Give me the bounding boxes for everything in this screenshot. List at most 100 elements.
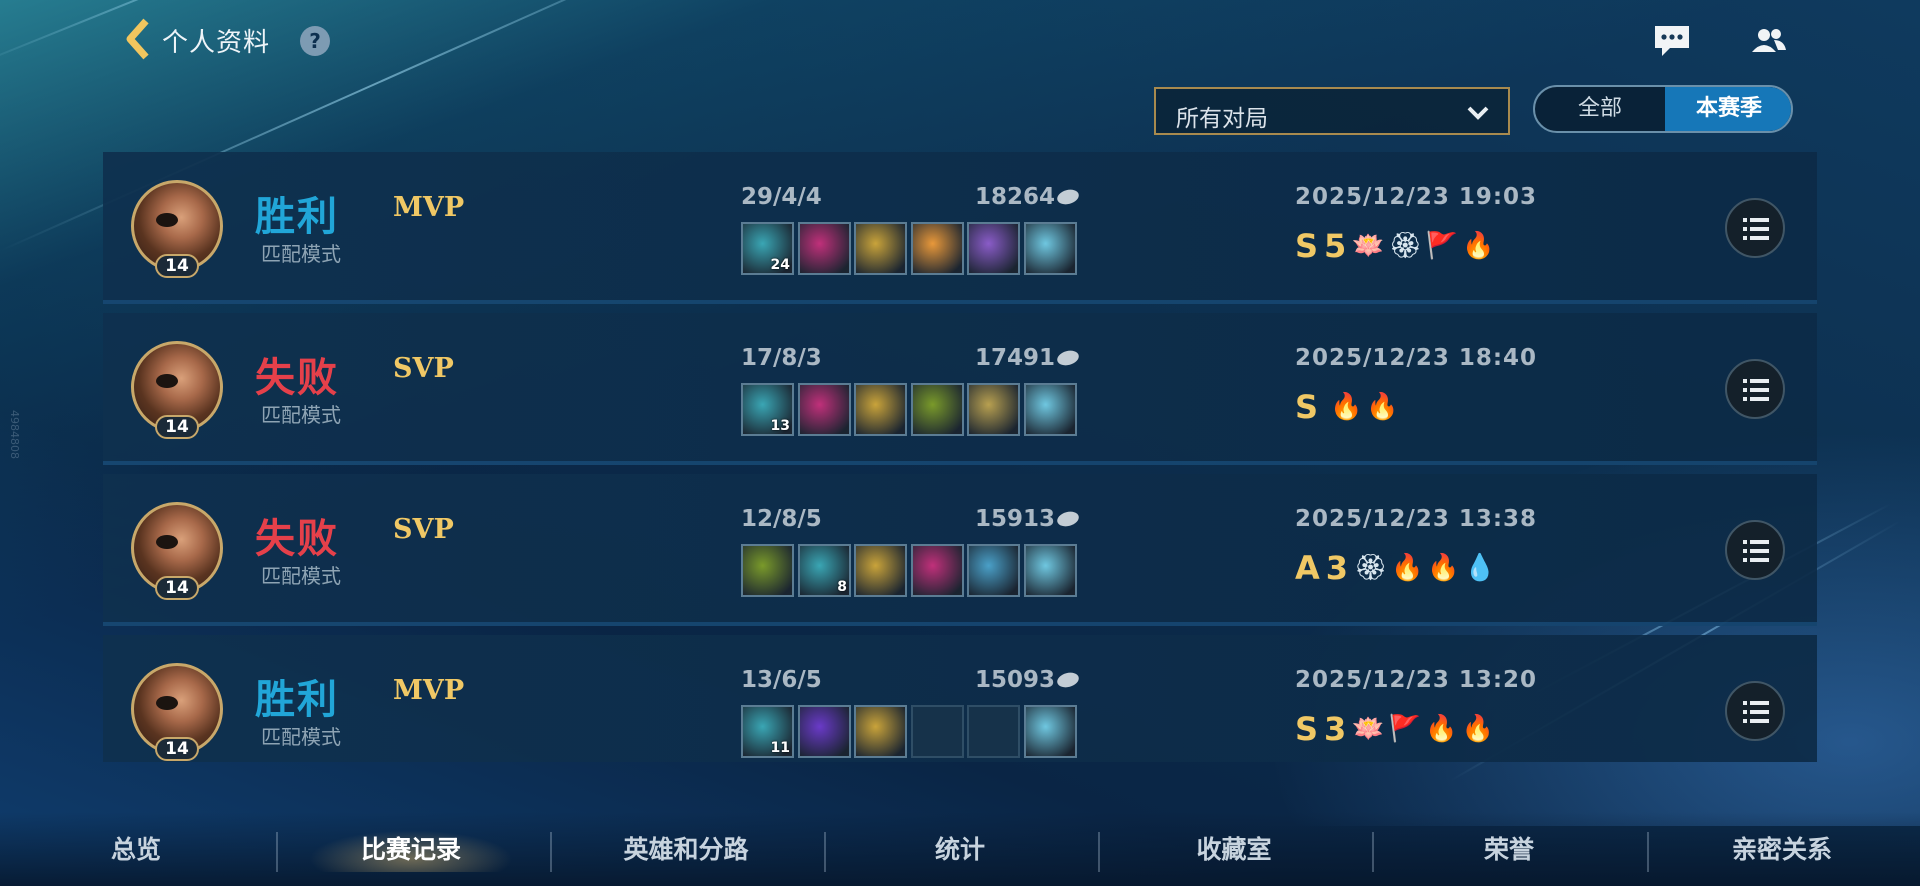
match-row[interactable]: 14 胜利 匹配模式 MVP 13/6/5 15093 11 2025/12/23 13:20… — [103, 635, 1817, 762]
achievement-icon: 🔥 — [1462, 231, 1495, 261]
kda: 29/4/4 — [741, 184, 822, 210]
nav-tab[interactable]: 统计 — [850, 828, 1070, 872]
match-result: 失败 — [255, 355, 339, 401]
achievement-icon: 🔥 — [1427, 553, 1460, 583]
achievement-icon: 🏵 — [1388, 231, 1422, 261]
kda: 13/6/5 — [741, 667, 822, 693]
match-date: 2025/12/23 13:38 — [1295, 506, 1538, 532]
vp-badge: SVP — [393, 514, 454, 545]
bottom-nav: 总览 比赛记录 英雄和分路 统计 收藏室 荣誉 亲密关系 — [0, 812, 1920, 886]
match-detail-button[interactable] — [1725, 681, 1785, 741]
achievement-badges: S 🔥 🔥 — [1295, 388, 1403, 426]
angel-item-icon[interactable] — [911, 222, 964, 275]
list-icon — [1743, 540, 1769, 562]
eyepatch — [156, 535, 178, 549]
vp-badge: SVP — [393, 353, 454, 384]
lightning-blade-item-icon[interactable] — [854, 705, 907, 758]
green-trident-item-icon[interactable] — [741, 544, 794, 597]
match-type-dropdown[interactable]: 所有对局 — [1154, 87, 1510, 135]
nav-tab[interactable]: 亲密关系 — [1672, 828, 1892, 872]
watermark: 4984808 — [8, 410, 21, 459]
gold-icon — [1055, 187, 1081, 207]
gold-value: 15913 — [975, 506, 1056, 532]
match-list: 14 胜利 匹配模式 MVP 29/4/4 18264 24 2025/12/23 19:03… — [103, 152, 1817, 762]
match-row[interactable]: 14 失败 匹配模式 SVP 12/8/5 15913 8 2025/12/23 13:38 A… — [103, 474, 1817, 626]
cannon-item-icon[interactable]: 24 — [741, 222, 794, 275]
star-shield-item-icon[interactable] — [967, 383, 1020, 436]
streak-mark: 3 — [1324, 710, 1347, 748]
green-trident-item-icon[interactable] — [911, 383, 964, 436]
crystal-boots-item-icon[interactable] — [1024, 544, 1077, 597]
match-row[interactable]: 14 胜利 匹配模式 MVP 29/4/4 18264 24 2025/12/23 19:03… — [103, 152, 1817, 304]
achievement-icon: 🔥 — [1330, 392, 1363, 422]
nav-tab[interactable]: 总览 — [26, 828, 246, 872]
kda: 17/8/3 — [741, 345, 822, 371]
nav-tab[interactable]: 比赛记录 — [301, 828, 521, 872]
match-detail-button[interactable] — [1725, 359, 1785, 419]
item-stack-count: 24 — [770, 257, 790, 273]
gold-amount: 15093 — [975, 667, 1081, 693]
match-detail-button[interactable] — [1725, 198, 1785, 258]
match-row[interactable]: 14 失败 匹配模式 SVP 17/8/3 17491 13 2025/12/23 18:40… — [103, 313, 1817, 465]
match-mode: 匹配模式 — [261, 725, 341, 749]
range-option-all[interactable]: 全部 — [1535, 87, 1665, 131]
blue-armor-item-icon[interactable] — [967, 544, 1020, 597]
list-icon — [1743, 218, 1769, 240]
achievement-icon: 🏵 — [1354, 553, 1388, 583]
purple-cloak-item-icon[interactable] — [967, 222, 1020, 275]
chat-button[interactable] — [1652, 22, 1692, 60]
match-type-value: 所有对局 — [1176, 106, 1268, 132]
achievement-badges: S 5 🪷 🏵 🚩 🔥 — [1295, 227, 1498, 265]
cannon-item-icon[interactable]: 13 — [741, 383, 794, 436]
purple-orb-item-icon[interactable] — [798, 705, 851, 758]
help-button[interactable]: ? — [300, 26, 330, 56]
range-toggle: 全部 本赛季 — [1533, 85, 1793, 133]
achievement-icon: 🔥 — [1366, 392, 1399, 422]
nav-tab[interactable]: 收藏室 — [1124, 828, 1344, 872]
match-result: 失败 — [255, 516, 339, 562]
grade-letter: A — [1295, 549, 1320, 587]
achievement-icon: 🚩 — [1388, 714, 1422, 744]
gold-amount: 18264 — [975, 184, 1081, 210]
cannon-item-icon[interactable]: 11 — [741, 705, 794, 758]
vp-badge: MVP — [393, 192, 465, 223]
nav-tab[interactable]: 英雄和分路 — [576, 828, 796, 872]
crystal-boots-item-icon[interactable] — [1024, 222, 1077, 275]
lightning-blade-item-icon[interactable] — [854, 383, 907, 436]
gold-amount: 15913 — [975, 506, 1081, 532]
kda: 12/8/5 — [741, 506, 822, 532]
match-mode: 匹配模式 — [261, 403, 341, 427]
achievement-icon: 🪷 — [1352, 231, 1385, 261]
list-icon — [1743, 701, 1769, 723]
list-icon — [1743, 379, 1769, 401]
gold-value: 18264 — [975, 184, 1056, 210]
lightning-blade-item-icon[interactable] — [854, 222, 907, 275]
top-bar: 个人资料 ? — [0, 0, 1920, 80]
gold-value: 15093 — [975, 667, 1056, 693]
match-detail-button[interactable] — [1725, 520, 1785, 580]
cannon-item-icon[interactable]: 8 — [798, 544, 851, 597]
achievement-icon: 💧 — [1463, 553, 1497, 583]
item-stack-count: 11 — [770, 740, 790, 756]
nav-tab[interactable]: 荣誉 — [1399, 828, 1619, 872]
crystal-boots-item-icon[interactable] — [1024, 383, 1077, 436]
gold-value: 17491 — [975, 345, 1056, 371]
crystal-boots-item-icon[interactable] — [1024, 705, 1077, 758]
grade-letter: S — [1295, 710, 1319, 748]
range-option-season[interactable]: 本赛季 — [1665, 87, 1791, 131]
pink-blade-item-icon[interactable] — [798, 222, 851, 275]
page-title: 个人资料 — [162, 28, 271, 58]
friends-button[interactable] — [1748, 22, 1788, 60]
grade-letter: S — [1295, 227, 1319, 265]
gold-icon — [1055, 348, 1081, 368]
match-mode: 匹配模式 — [261, 564, 341, 588]
match-date: 2025/12/23 18:40 — [1295, 345, 1538, 371]
lightning-blade-item-icon[interactable] — [854, 544, 907, 597]
pink-blade-item-icon[interactable] — [798, 383, 851, 436]
item-stack-count: 8 — [837, 579, 847, 595]
hero-level: 14 — [155, 737, 199, 761]
back-button[interactable] — [124, 18, 150, 60]
chat-icon — [1655, 26, 1689, 56]
gold-amount: 17491 — [975, 345, 1081, 371]
pink-blade-item-icon[interactable] — [911, 544, 964, 597]
